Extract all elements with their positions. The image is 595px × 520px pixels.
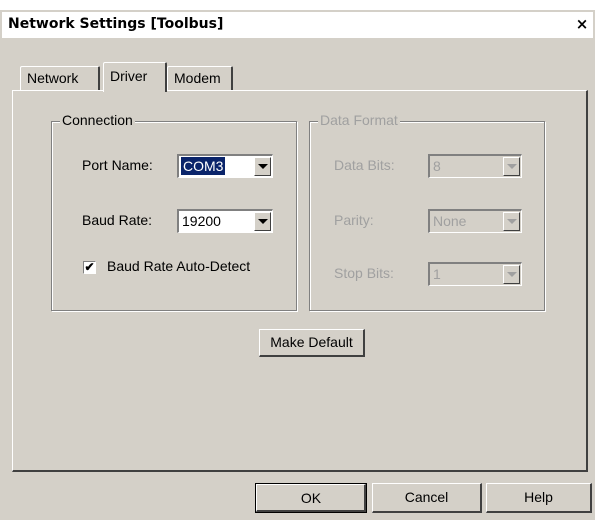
title-bar: Network Settings [Toolbus] × xyxy=(2,12,593,38)
tab-panel-driver: Connection Port Name: COM3 Baud Rate: 19… xyxy=(12,90,588,472)
tab-network[interactable]: Network xyxy=(20,66,100,90)
auto-detect-label[interactable]: Baud Rate Auto-Detect xyxy=(107,258,250,274)
baud-rate-dropdown-button[interactable] xyxy=(254,212,271,231)
tab-driver-label: Driver xyxy=(110,68,148,84)
close-icon[interactable]: × xyxy=(573,15,591,33)
window-title: Network Settings [Toolbus] xyxy=(8,16,224,32)
tab-modem[interactable]: Modem xyxy=(167,66,233,90)
ok-button-label: OK xyxy=(300,490,322,506)
make-default-button[interactable]: Make Default xyxy=(259,329,365,357)
help-button[interactable]: Help xyxy=(486,483,592,513)
port-name-value: COM3 xyxy=(181,157,226,175)
stop-bits-select: 1 xyxy=(428,262,522,286)
port-name-label: Port Name: xyxy=(82,157,153,173)
cancel-button[interactable]: Cancel xyxy=(372,483,482,513)
chevron-down-icon xyxy=(257,219,268,224)
dialog-window: Network Settings [Toolbus] × Network Dri… xyxy=(0,10,595,520)
port-name-dropdown-button[interactable] xyxy=(254,157,271,176)
chevron-down-icon xyxy=(506,164,517,169)
connection-group: Connection Port Name: COM3 Baud Rate: 19… xyxy=(51,112,297,311)
data-bits-dropdown-button xyxy=(503,157,520,176)
data-bits-value: 8 xyxy=(433,158,441,174)
chevron-down-icon xyxy=(257,164,268,169)
baud-rate-select[interactable]: 19200 xyxy=(177,209,273,233)
data-format-group: Data Format Data Bits: 8 Parity: None St… xyxy=(309,112,545,311)
auto-detect-checkbox[interactable]: ✔ xyxy=(83,261,96,274)
checkmark-icon: ✔ xyxy=(84,260,95,274)
stop-bits-dropdown-button xyxy=(503,265,520,284)
tab-network-label: Network xyxy=(27,70,79,86)
connection-group-title: Connection xyxy=(60,112,135,128)
stop-bits-label: Stop Bits: xyxy=(334,265,394,281)
ok-button[interactable]: OK xyxy=(255,483,367,513)
parity-select: None xyxy=(428,209,522,233)
tab-driver[interactable]: Driver xyxy=(103,62,167,92)
data-format-group-title: Data Format xyxy=(318,112,400,128)
stop-bits-value: 1 xyxy=(433,266,441,282)
baud-rate-value: 19200 xyxy=(182,213,221,229)
parity-dropdown-button xyxy=(503,212,520,231)
port-name-select[interactable]: COM3 xyxy=(177,154,273,178)
parity-label: Parity: xyxy=(334,212,374,228)
parity-value: None xyxy=(433,213,467,229)
data-bits-select: 8 xyxy=(428,154,522,178)
chevron-down-icon xyxy=(506,219,517,224)
chevron-down-icon xyxy=(506,272,517,277)
data-bits-label: Data Bits: xyxy=(334,157,395,173)
baud-rate-label: Baud Rate: xyxy=(82,212,153,228)
tab-modem-label: Modem xyxy=(174,70,221,86)
